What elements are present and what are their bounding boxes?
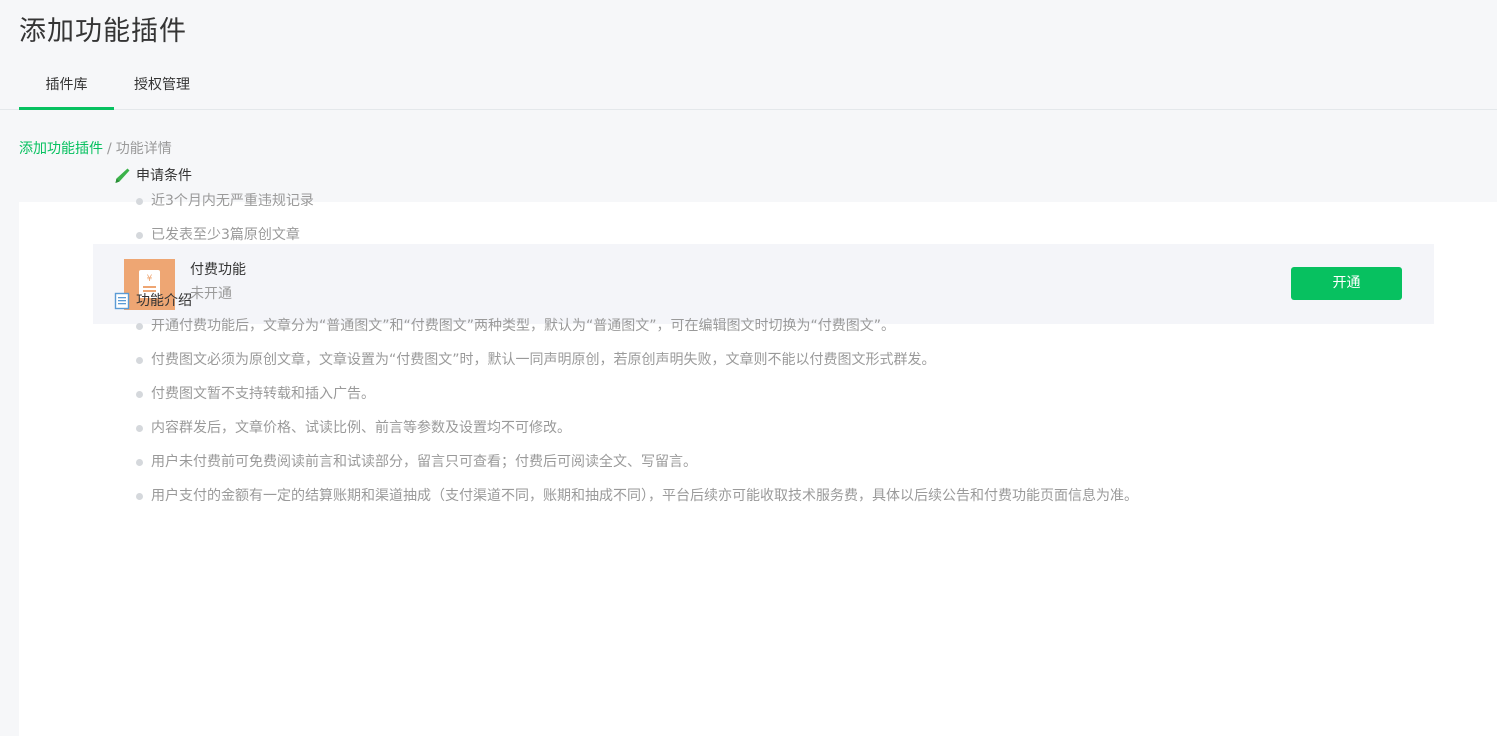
breadcrumb-link-add-plugin[interactable]: 添加功能插件 bbox=[19, 141, 103, 157]
list-item: 用户支付的金额有一定的结算账期和渠道抽成（支付渠道不同，账期和抽成不同），平台后… bbox=[113, 486, 1413, 520]
list-item: 内容群发后，文章价格、试读比例、前言等参数及设置均不可修改。 bbox=[113, 418, 1413, 452]
list-item: 付费图文必须为原创文章，文章设置为“付费图文”时，默认一同声明原创，若原创声明失… bbox=[113, 350, 1413, 384]
list-item: 已发表至少3篇原创文章 bbox=[113, 225, 1413, 259]
requirements-list: 近3个月内无严重违规记录 已发表至少3篇原创文章 bbox=[113, 191, 1413, 259]
intro-header: 功能介绍 bbox=[113, 289, 1413, 313]
list-item: 开通付费功能后，文章分为“普通图文”和“付费图文”两种类型，默认为“普通图文”，… bbox=[113, 316, 1413, 350]
requirements-title: 申请条件 bbox=[136, 168, 192, 184]
page-title: 添加功能插件 bbox=[19, 16, 187, 47]
intro-list: 开通付费功能后，文章分为“普通图文”和“付费图文”两种类型，默认为“普通图文”，… bbox=[113, 316, 1413, 520]
document-icon bbox=[113, 292, 131, 310]
svg-text:¥: ¥ bbox=[147, 274, 153, 284]
list-item: 用户未付费前可免费阅读前言和试读部分，留言只可查看；付费后可阅读全文、写留言。 bbox=[113, 452, 1413, 486]
requirements-header: 申请条件 bbox=[113, 164, 1413, 188]
tab-bar: 插件库 授权管理 bbox=[0, 66, 1497, 110]
intro-title: 功能介绍 bbox=[136, 293, 192, 309]
tab-plugin-library[interactable]: 插件库 bbox=[19, 66, 114, 110]
list-item: 近3个月内无严重违规记录 bbox=[113, 191, 1413, 225]
requirements-section: 申请条件 近3个月内无严重违规记录 已发表至少3篇原创文章 bbox=[113, 164, 1413, 259]
breadcrumb-current: 功能详情 bbox=[115, 141, 172, 157]
page: 添加功能插件 插件库 授权管理 添加功能插件 / 功能详情 ¥ 付费功能 未开通 开… bbox=[0, 0, 1497, 736]
intro-section: 功能介绍 开通付费功能后，文章分为“普通图文”和“付费图文”两种类型，默认为“普… bbox=[113, 289, 1413, 520]
plugin-name: 付费功能 bbox=[190, 262, 246, 278]
breadcrumb-separator: / bbox=[107, 141, 112, 157]
list-item: 付费图文暂不支持转载和插入广告。 bbox=[113, 384, 1413, 418]
breadcrumb: 添加功能插件 / 功能详情 bbox=[19, 139, 172, 159]
pen-icon bbox=[113, 167, 131, 185]
tab-authorization-management[interactable]: 授权管理 bbox=[114, 66, 210, 110]
